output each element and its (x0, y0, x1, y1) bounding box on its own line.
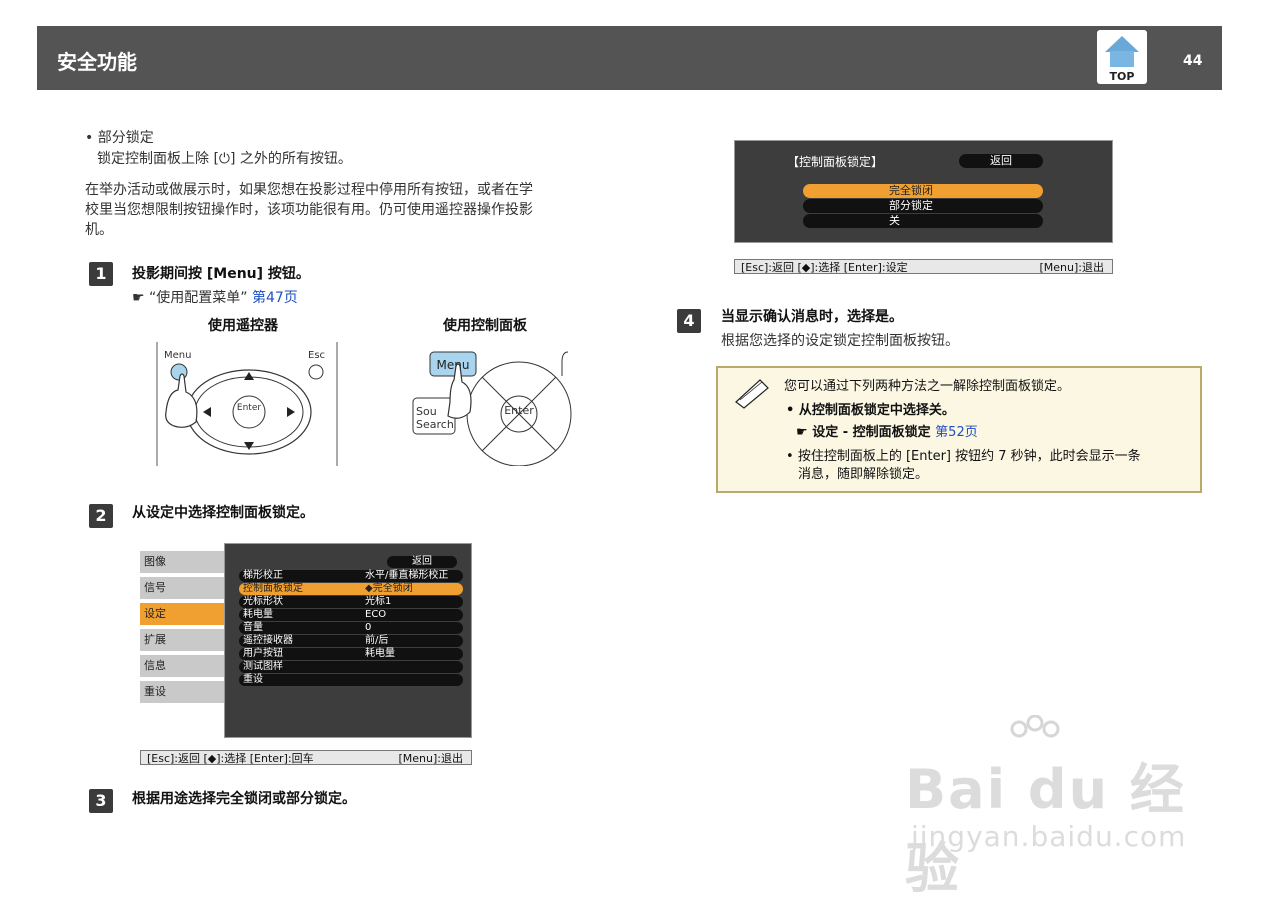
roof-shape (1105, 36, 1139, 52)
finger-hand-icon (165, 373, 198, 428)
panel-enter-label: Enter (504, 404, 534, 417)
step-2-number: 2 (89, 504, 113, 528)
step-1-number: 1 (89, 262, 113, 286)
menu-row[interactable]: 光标形状 光标1 (239, 596, 463, 608)
menu-tab-reset[interactable]: 重设 (140, 681, 226, 703)
panel-caption: 使用控制面板 (443, 318, 527, 334)
note-box: 您可以通过下列两种方法之一解除控制面板锁定。 • 从控制面板锁定中选择关。 ☛ … (716, 366, 1202, 493)
step-2-text: 从设定中选择控制面板锁定。 (132, 505, 314, 521)
step-3-number: 3 (89, 789, 113, 813)
page-header: 安全功能 TOP 44 (37, 26, 1222, 90)
intro-para-1: 在举办活动或做展示时，如果您想在投影过程中停用所有按钮，或者在学 (85, 182, 533, 198)
panel-lock-footer-bar: [Esc]:返回 [◆]:选择 [Enter]:设定 [Menu]:退出 (734, 259, 1113, 274)
option-partial-lock[interactable]: 部分锁定 (803, 199, 1043, 213)
menu-footer-bar: [Esc]:返回 [◆]:选择 [Enter]:回车 [Menu]:退出 (140, 750, 472, 765)
top-label: TOP (1109, 70, 1135, 83)
intro-para-3: 机。 (85, 222, 113, 238)
menu-row[interactable]: 梯形校正 水平/垂直梯形校正 (239, 570, 463, 582)
page-number: 44 (1183, 53, 1203, 69)
panel-lock-back-button[interactable]: 返回 (959, 154, 1043, 168)
step-1-link[interactable]: 第47页 (252, 290, 298, 306)
page-title: 安全功能 (57, 50, 137, 74)
note-item-1-ref: ☛ 设定 - 控制面板锁定 第52页 (796, 425, 978, 440)
menu-row[interactable]: 重设 (239, 674, 463, 686)
remote-menu-label: Menu (164, 350, 191, 361)
baidu-watermark: Bai du 经验 jingyan.baidu.com (905, 715, 1205, 900)
panel-lock-label: 【控制面板锁定】 (787, 155, 884, 169)
menu-tab-extended[interactable]: 扩展 (140, 629, 226, 651)
note-item-1: • 从控制面板锁定中选择关。 (786, 403, 955, 418)
note-pencil-icon (735, 379, 769, 409)
menu-tab-info[interactable]: 信息 (140, 655, 226, 677)
step-4-desc: 根据您选择的设定锁定控制面板按钮。 (721, 333, 959, 349)
watermark-url: jingyan.baidu.com (911, 820, 1187, 853)
panel-source-label: Sou (416, 405, 437, 418)
intro-para-2: 校里当您想限制按钮操作时，该项功能很有用。仍可使用遥控器操作投影 (85, 202, 533, 218)
remote-caption: 使用遥控器 (208, 318, 278, 334)
step-3-text: 根据用途选择完全锁闭或部分锁定。 (132, 791, 356, 807)
pointer-hand-icon: ☛ (796, 425, 808, 440)
bullet-desc: 锁定控制面板上除 [⏻] 之外的所有按钮。 (97, 151, 352, 167)
note-item-2-line-2: 消息，随即解除锁定。 (798, 467, 929, 482)
step-1-ref: ☛ “使用配置菜单” 第47页 (132, 290, 298, 306)
remote-enter-label: Enter (237, 403, 261, 413)
config-menu-screenshot: 图像 信号 设定 扩展 信息 重设 返回 梯形校正 水平/垂直梯形校正 控制面板锁… (140, 543, 472, 738)
control-panel-illustration: Menu Sou Search Enter (412, 351, 572, 466)
bullet-title: • 部分锁定 (85, 130, 154, 146)
menu-tab-image[interactable]: 图像 (140, 551, 226, 573)
menu-body: 返回 梯形校正 水平/垂直梯形校正 控制面板锁定 ◆完全锁闭 光标形状 光标1 耗电量… (224, 543, 472, 738)
house-shape (1110, 51, 1134, 67)
top-home-icon[interactable]: TOP (1097, 30, 1147, 84)
menu-tab-signal[interactable]: 信号 (140, 577, 226, 599)
menu-row[interactable]: 耗电量 ECO (239, 609, 463, 621)
remote-esc-label: Esc (308, 350, 325, 361)
panel-menu-label: Menu (437, 358, 470, 372)
step-4-number: 4 (677, 309, 701, 333)
menu-row[interactable]: 用户按钮 耗电量 (239, 648, 463, 660)
step-1-text: 投影期间按 [Menu] 按钮。 (132, 266, 310, 282)
step-4-text: 当显示确认消息时，选择是。 (721, 309, 903, 325)
menu-row[interactable]: 测试图样 (239, 661, 463, 673)
menu-row[interactable]: 遥控接收器 前/后 (239, 635, 463, 647)
option-off[interactable]: 关 (803, 214, 1043, 228)
note-link[interactable]: 第52页 (935, 425, 978, 440)
menu-row-selected[interactable]: 控制面板锁定 ◆完全锁闭 (239, 583, 463, 595)
menu-row[interactable]: 音量 0 (239, 622, 463, 634)
note-item-2-line-1: • 按住控制面板上的 [Enter] 按钮约 7 秒钟，此时会显示一条 (786, 449, 1141, 464)
panel-lock-menu-screenshot: 【控制面板锁定】 返回 完全锁闭 部分锁定 关 (734, 140, 1113, 243)
pointer-hand-icon: ☛ (132, 290, 145, 306)
menu-tab-settings[interactable]: 设定 (140, 603, 226, 625)
menu-back-button[interactable]: 返回 (387, 556, 457, 568)
panel-search-label: Search (416, 418, 454, 431)
note-intro: 您可以通过下列两种方法之一解除控制面板锁定。 (784, 379, 1071, 394)
remote-control-illustration: Enter Menu Esc (156, 342, 338, 466)
option-full-lock[interactable]: 完全锁闭 (803, 184, 1043, 198)
